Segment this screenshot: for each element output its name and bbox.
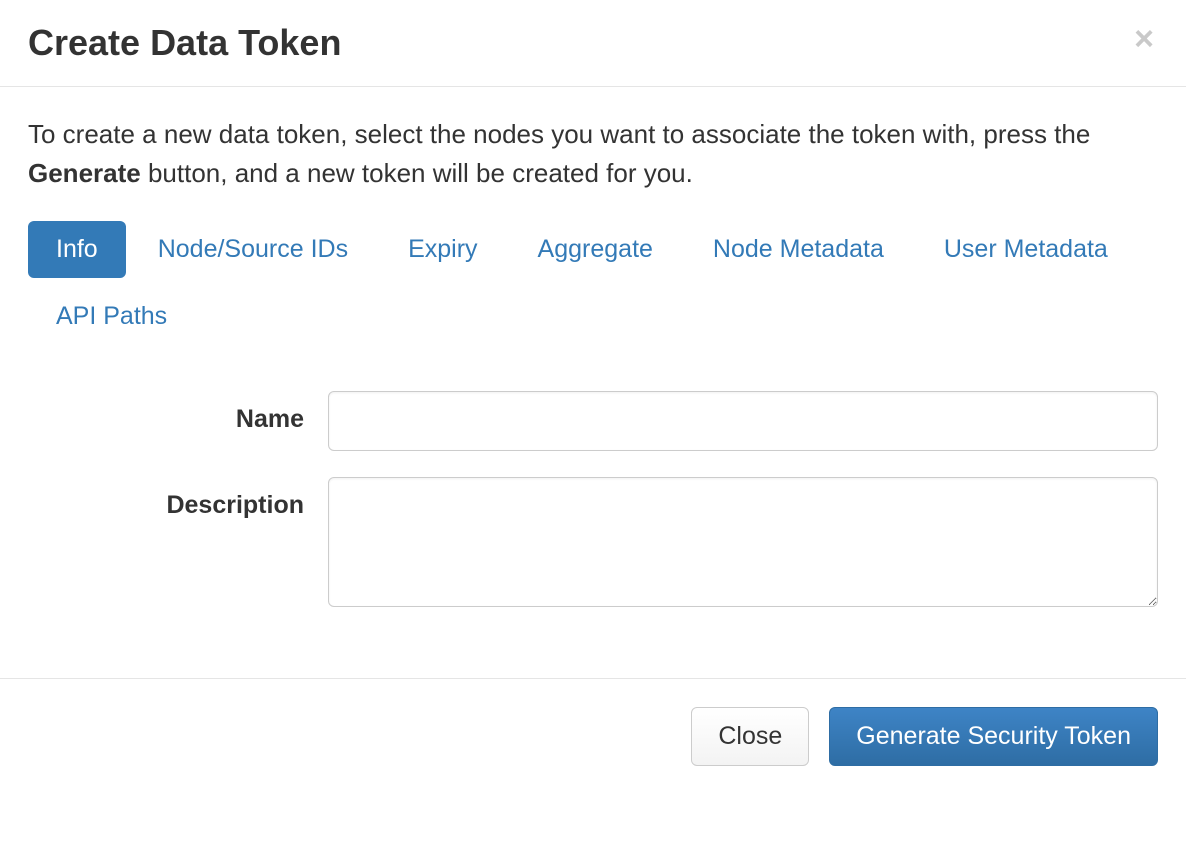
description-field-wrap	[328, 477, 1158, 612]
form-row-name: Name	[28, 391, 1158, 451]
tab-expiry[interactable]: Expiry	[380, 221, 505, 278]
tab-api-paths[interactable]: API Paths	[28, 288, 195, 345]
close-icon[interactable]: ×	[1130, 22, 1158, 56]
tab-info[interactable]: Info	[28, 221, 126, 278]
intro-text: To create a new data token, select the n…	[28, 115, 1158, 193]
intro-bold: Generate	[28, 158, 141, 188]
form-row-description: Description	[28, 477, 1158, 612]
modal-header: Create Data Token ×	[0, 0, 1186, 87]
tab-aggregate[interactable]: Aggregate	[510, 221, 681, 278]
description-label: Description	[28, 477, 328, 520]
tab-user-metadata[interactable]: User Metadata	[916, 221, 1136, 278]
intro-post: button, and a new token will be created …	[141, 158, 693, 188]
create-data-token-modal: Create Data Token × To create a new data…	[0, 0, 1186, 794]
tab-bar: Info Node/Source IDs Expiry Aggregate No…	[28, 221, 1158, 355]
close-button[interactable]: Close	[691, 707, 809, 766]
intro-pre: To create a new data token, select the n…	[28, 119, 1090, 149]
name-field-wrap	[328, 391, 1158, 451]
tab-node-metadata[interactable]: Node Metadata	[685, 221, 912, 278]
modal-title: Create Data Token	[28, 22, 341, 64]
modal-footer: Close Generate Security Token	[0, 678, 1186, 794]
name-label: Name	[28, 391, 328, 434]
tab-node-source-ids[interactable]: Node/Source IDs	[130, 221, 376, 278]
generate-security-token-button[interactable]: Generate Security Token	[829, 707, 1158, 766]
description-input[interactable]	[328, 477, 1158, 607]
modal-body: To create a new data token, select the n…	[0, 87, 1186, 678]
name-input[interactable]	[328, 391, 1158, 451]
